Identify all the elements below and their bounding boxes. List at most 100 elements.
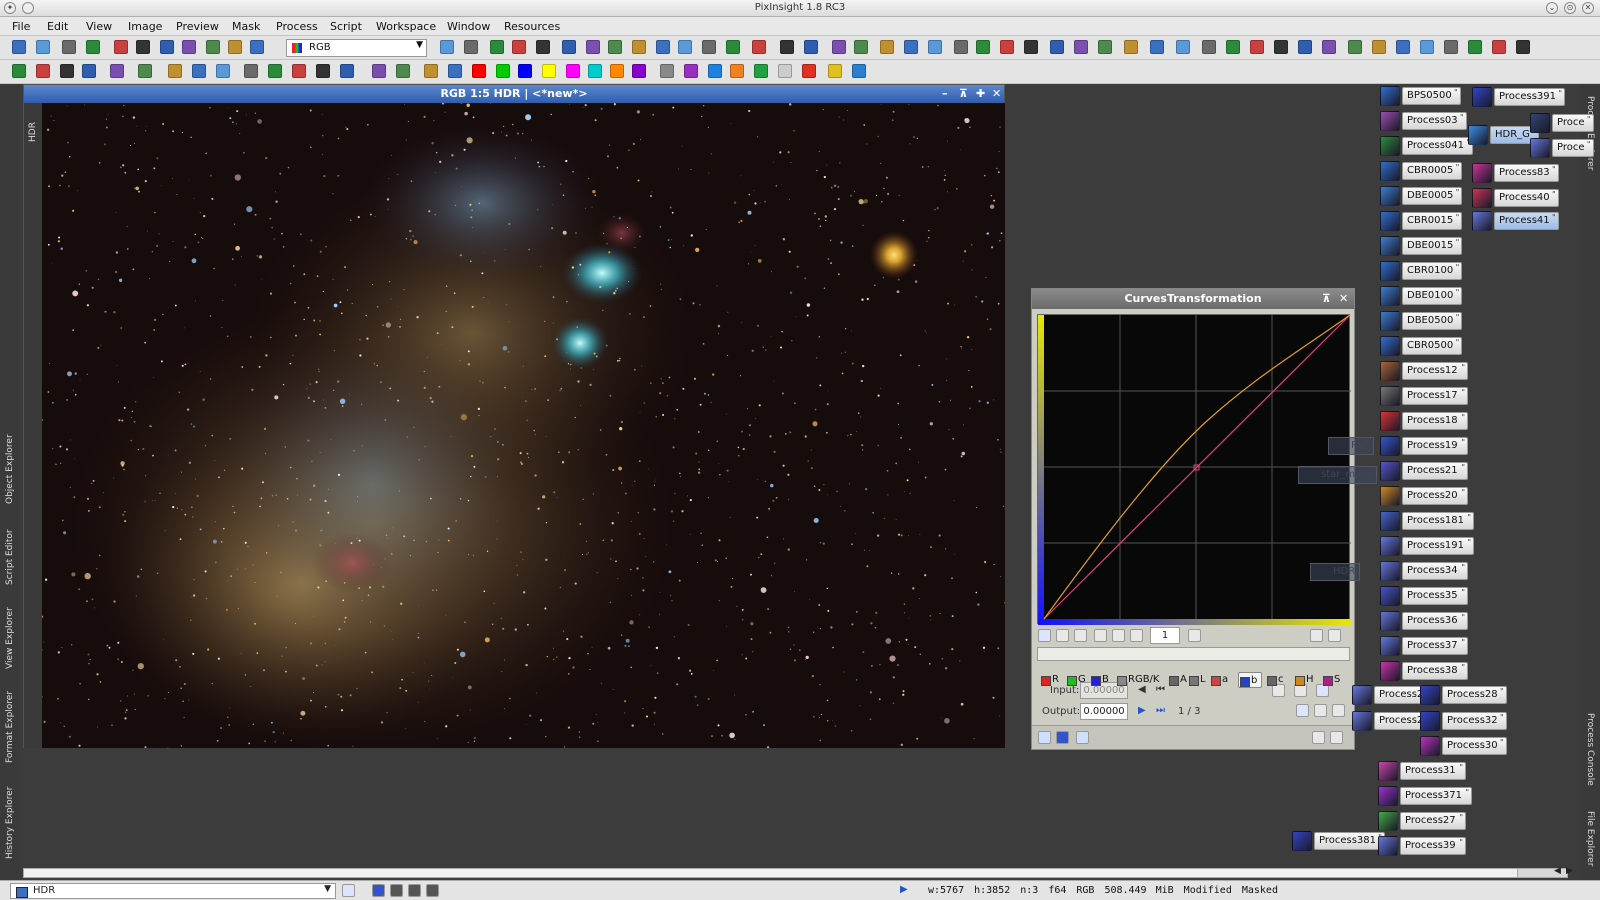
process-icon-image[interactable] bbox=[1420, 685, 1440, 705]
process-icon-image[interactable] bbox=[1472, 163, 1492, 183]
toolbar-tool-icon[interactable] bbox=[138, 64, 152, 78]
reset-all-icon[interactable] bbox=[1330, 731, 1343, 744]
display-mode-4[interactable] bbox=[426, 884, 439, 897]
scrollbar-thumb[interactable] bbox=[24, 869, 1518, 877]
process-icon-image[interactable] bbox=[1380, 186, 1400, 206]
menu-file[interactable]: File bbox=[12, 20, 30, 33]
toolbar-tool-icon[interactable] bbox=[828, 64, 842, 78]
toolbar-tool-icon[interactable] bbox=[660, 64, 674, 78]
shade-icon[interactable]: ⊼ bbox=[1322, 289, 1331, 309]
process-icon-image[interactable] bbox=[1352, 711, 1372, 731]
display-mode-2[interactable] bbox=[390, 884, 403, 897]
toolbar-tool-icon[interactable] bbox=[292, 64, 306, 78]
toolbar-tool-icon[interactable] bbox=[1322, 40, 1336, 54]
play-icon[interactable]: ▶ bbox=[900, 884, 908, 895]
toolbar-tool-icon[interactable] bbox=[656, 40, 670, 54]
toolbar-tool-icon[interactable] bbox=[512, 40, 526, 54]
next-point-icon[interactable]: ▶ bbox=[1138, 705, 1146, 716]
scroll-left-icon[interactable]: ◀ bbox=[1554, 866, 1561, 876]
tab-format-explorer[interactable]: Format Explorer bbox=[1, 682, 19, 772]
channel-a[interactable]: A bbox=[1168, 672, 1187, 688]
ghost-icon[interactable]: star_mask bbox=[1298, 466, 1378, 484]
process-icon-label[interactable]: Process37 bbox=[1402, 637, 1468, 655]
toolbar-tool-icon[interactable] bbox=[372, 64, 386, 78]
process-icon-label[interactable]: Process181 bbox=[1402, 512, 1474, 530]
channel-h[interactable]: H bbox=[1294, 672, 1314, 688]
toolbar-tool-icon[interactable] bbox=[780, 40, 794, 54]
toolbar-tool-icon[interactable] bbox=[424, 64, 438, 78]
toolbar-tool-icon[interactable] bbox=[136, 40, 150, 54]
toolbar-tool-icon[interactable] bbox=[1124, 40, 1138, 54]
close-icon[interactable]: ✕ bbox=[1339, 289, 1348, 309]
tab-file-explorer[interactable]: File Explorer bbox=[1581, 804, 1599, 874]
menu-view[interactable]: View bbox=[86, 20, 112, 33]
menu-window[interactable]: Window bbox=[447, 20, 490, 33]
toolbar-tool-icon[interactable] bbox=[1202, 40, 1216, 54]
process-icon-label[interactable]: Process18 bbox=[1402, 412, 1468, 430]
process-icon-label[interactable]: Process17 bbox=[1402, 387, 1468, 405]
process-icon-label[interactable]: Process83 bbox=[1494, 164, 1559, 182]
toolbar-tool-icon[interactable] bbox=[954, 40, 968, 54]
toolbar-tool-icon[interactable] bbox=[880, 40, 894, 54]
interp-akima-button[interactable] bbox=[1296, 704, 1309, 717]
menu-image[interactable]: Image bbox=[128, 20, 162, 33]
process-icon-label[interactable]: Process391 bbox=[1494, 88, 1566, 106]
process-icon-label[interactable]: Process371 bbox=[1400, 787, 1472, 805]
channel-b[interactable]: B bbox=[1090, 672, 1109, 688]
process-icon-image[interactable] bbox=[1380, 511, 1400, 531]
toolbar-tool-icon[interactable] bbox=[684, 64, 698, 78]
process-icon-image[interactable] bbox=[1380, 611, 1400, 631]
toolbar-tool-icon[interactable] bbox=[396, 64, 410, 78]
ghost-icon[interactable]: HDR bbox=[1310, 563, 1361, 581]
grid-toggle-button[interactable] bbox=[1328, 629, 1341, 642]
process-icon-label[interactable]: Process32 bbox=[1442, 712, 1507, 730]
process-icon-image[interactable] bbox=[1380, 561, 1400, 581]
new-instance-icon[interactable] bbox=[1038, 731, 1051, 744]
toolbar-tool-icon[interactable] bbox=[632, 40, 646, 54]
process-icon-image[interactable] bbox=[1380, 161, 1400, 181]
process-icon-image[interactable] bbox=[1378, 836, 1398, 856]
toolbar-tool-icon[interactable] bbox=[268, 64, 282, 78]
menu-workspace[interactable]: Workspace bbox=[376, 20, 436, 33]
process-icon-image[interactable] bbox=[1380, 336, 1400, 356]
toolbar-tool-icon[interactable] bbox=[464, 40, 478, 54]
channel-color-swatch[interactable] bbox=[472, 64, 486, 78]
toolbar-tool-icon[interactable] bbox=[1372, 40, 1386, 54]
toolbar-tool-icon[interactable] bbox=[490, 40, 504, 54]
menu-mask[interactable]: Mask bbox=[232, 20, 260, 33]
process-icon-image[interactable] bbox=[1380, 361, 1400, 381]
process-icon-image[interactable] bbox=[1380, 636, 1400, 656]
process-icon-image[interactable] bbox=[1378, 761, 1398, 781]
channel-c[interactable]: c bbox=[1266, 672, 1284, 688]
process-icon-image[interactable] bbox=[1380, 436, 1400, 456]
channel-color-swatch[interactable] bbox=[610, 64, 624, 78]
process-icon-label[interactable]: Process20 bbox=[1402, 487, 1468, 505]
process-icon-label[interactable]: Process28 bbox=[1442, 686, 1507, 704]
toolbar-tool-icon[interactable] bbox=[1396, 40, 1410, 54]
process-icon-image[interactable] bbox=[1530, 138, 1550, 158]
process-icon-image[interactable] bbox=[1380, 461, 1400, 481]
menu-resources[interactable]: Resources bbox=[504, 20, 560, 33]
toolbar-tool-icon[interactable] bbox=[586, 40, 600, 54]
process-icon-label[interactable]: Process191 bbox=[1402, 537, 1474, 555]
process-icon-label[interactable]: Process40 bbox=[1494, 189, 1559, 207]
toolbar-tool-icon[interactable] bbox=[12, 64, 26, 78]
toolbar-tool-icon[interactable] bbox=[1492, 40, 1506, 54]
process-icon-label[interactable]: CBR0015 bbox=[1402, 212, 1463, 230]
process-icon-label[interactable]: CBR0100 bbox=[1402, 262, 1463, 280]
toolbar-tool-icon[interactable] bbox=[1444, 40, 1458, 54]
process-icon-label[interactable]: Process381 bbox=[1314, 832, 1386, 850]
toolbar-tool-icon[interactable] bbox=[160, 40, 174, 54]
channel-r[interactable]: R bbox=[1040, 672, 1059, 688]
close-icon[interactable]: ✕ bbox=[992, 85, 1001, 103]
channel-color-swatch[interactable] bbox=[542, 64, 556, 78]
toolbar-tool-icon[interactable] bbox=[206, 40, 220, 54]
toolbar-tool-icon[interactable] bbox=[114, 40, 128, 54]
tab-process-console[interactable]: Process Console bbox=[1581, 704, 1599, 794]
toolbar-tool-icon[interactable] bbox=[1098, 40, 1112, 54]
show-all-button[interactable] bbox=[1310, 629, 1323, 642]
process-icon-image[interactable] bbox=[1380, 586, 1400, 606]
ghost-icon[interactable]: PSF bbox=[1328, 437, 1375, 455]
view-info-icon[interactable] bbox=[342, 884, 355, 897]
process-icon-image[interactable] bbox=[1380, 311, 1400, 331]
